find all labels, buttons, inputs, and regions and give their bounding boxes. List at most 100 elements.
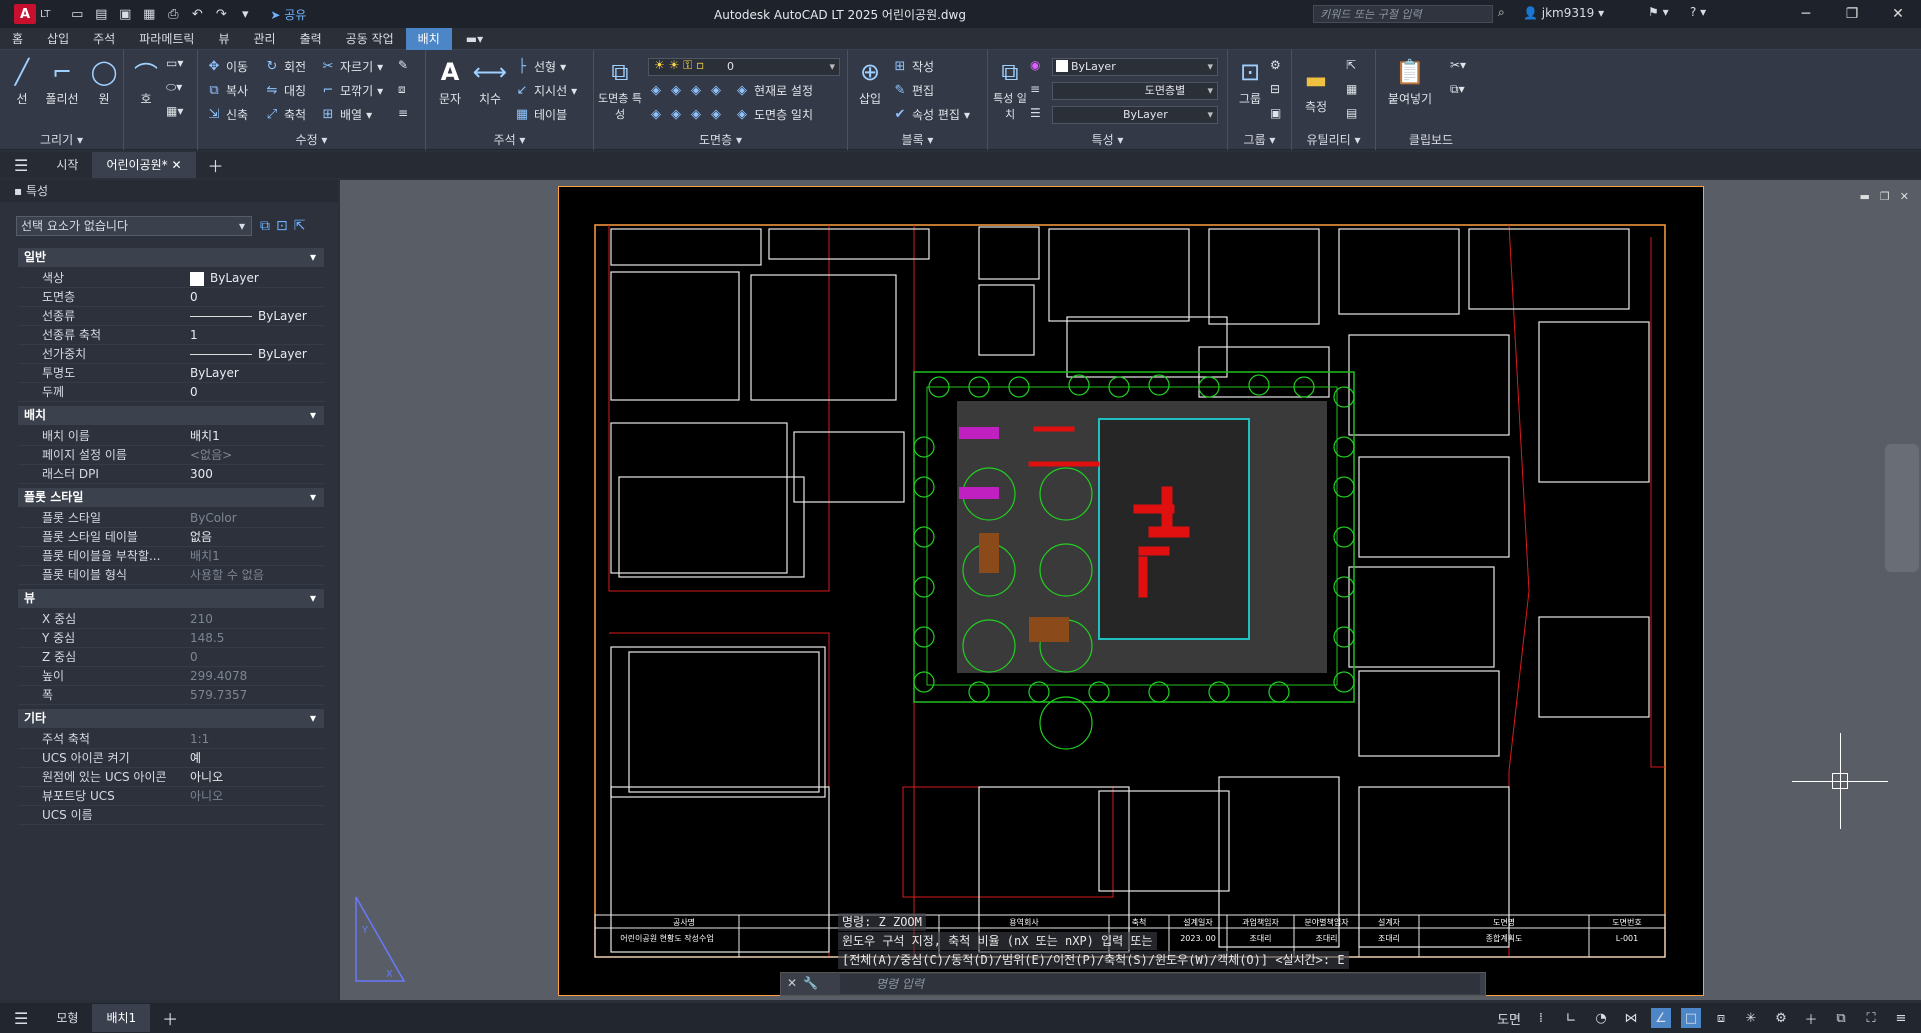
measure-tool[interactable]: ▬ 측정 — [1298, 64, 1334, 115]
insert-tool[interactable]: ⊕ 삽입 — [852, 56, 888, 107]
ribbon-display-icon[interactable]: ▬▾ — [466, 32, 483, 46]
minimize-button[interactable]: ─ — [1783, 0, 1829, 28]
property-row[interactable]: 주석 축척 1:1 — [18, 730, 324, 749]
explode-icon[interactable]: ⧈ — [398, 82, 406, 97]
linear-tool[interactable]: ├ 선형 ▾ — [514, 58, 566, 75]
utilities-panel-title[interactable]: 유틸리티 ▾ — [1292, 131, 1375, 148]
property-row[interactable]: 높이 299.4078 — [18, 667, 324, 686]
calculator-icon[interactable]: ▤ — [1346, 106, 1357, 120]
group-select-icon[interactable]: ▣ — [1270, 106, 1281, 120]
circle-tool[interactable]: ◯ 원 — [86, 56, 122, 107]
property-row[interactable]: 선종류 ByLayer — [18, 307, 324, 326]
copy-tool[interactable]: ⧉ 복사 — [206, 82, 248, 99]
ellipse-icon[interactable]: ⬭▾ — [166, 80, 182, 95]
line-tool[interactable]: ╱ 선 — [4, 56, 40, 107]
group-edit-icon[interactable]: ⚙ — [1270, 58, 1281, 72]
status-menu-icon[interactable]: ≡ — [1891, 1008, 1911, 1028]
linetype-dropdown[interactable]: 도면층별 — [1052, 82, 1218, 100]
search-input[interactable]: 키워드 또는 구절 입력 — [1313, 5, 1493, 23]
ribbon-tab[interactable]: 삽입 — [35, 28, 81, 50]
polyline-tool[interactable]: ⌐ 폴리선 — [42, 56, 82, 107]
property-row[interactable]: 투명도 ByLayer — [18, 364, 324, 383]
help-icon[interactable]: ? ▾ — [1690, 5, 1706, 19]
ribbon-tab[interactable]: 출력 — [288, 28, 334, 50]
property-row[interactable]: 폭 579.7357 — [18, 686, 324, 705]
redo-icon[interactable]: ↷ — [212, 5, 230, 23]
set-current-tool[interactable]: ◈ 현재로 설정 — [734, 82, 813, 99]
toggle-pickadd-icon[interactable]: ⧉ — [260, 218, 270, 234]
quick-select-icon[interactable]: ⇱ — [1346, 58, 1356, 72]
trim-tool[interactable]: ✂ 자르기 ▾ — [320, 58, 384, 75]
fillet-tool[interactable]: ⌐ 모깎기 ▾ — [320, 82, 384, 99]
offset-icon[interactable]: ≡ — [398, 106, 408, 120]
property-row[interactable]: 원점에 있는 UCS 아이콘 아니오 — [18, 768, 324, 787]
autodesk-app-icon[interactable]: ⚑ ▾ — [1648, 5, 1669, 19]
ribbon-tab[interactable]: 파라메트릭 — [127, 28, 206, 50]
new-tab-icon[interactable]: ＋ — [196, 153, 236, 177]
isodraft-icon[interactable]: ⋈ — [1621, 1008, 1641, 1028]
leader-tool[interactable]: ↙ 지시선 ▾ — [514, 82, 578, 99]
tab-current-drawing[interactable]: 어린이공원* ✕ — [92, 152, 196, 178]
selection-cycling-icon[interactable]: ⧈ — [1711, 1008, 1731, 1028]
layers-panel-title[interactable]: 도면층 ▾ — [594, 131, 847, 148]
arc-tool[interactable]: ⌒ 호 — [128, 56, 164, 107]
text-tool[interactable]: A 문자 — [432, 56, 468, 107]
stretch-tool[interactable]: ⇲ 신축 — [206, 106, 249, 123]
lineweight-dropdown[interactable]: ByLayer — [1052, 106, 1218, 124]
property-row[interactable]: UCS 이름 — [18, 806, 324, 825]
share-button[interactable]: ➤ 공유 — [270, 6, 306, 23]
command-customize-icon[interactable]: 🔧 — [803, 976, 818, 990]
tab-model[interactable]: 모형 — [42, 1004, 92, 1032]
annotation-scale-icon[interactable]: ✳ — [1741, 1008, 1761, 1028]
array-tool[interactable]: ⊞ 배열 ▾ — [320, 106, 373, 123]
paper-space-toggle[interactable]: 도면 — [1497, 1009, 1521, 1028]
polar-icon[interactable]: ◔ — [1591, 1008, 1611, 1028]
match-properties-tool[interactable]: ⧉ 특성 일치 — [992, 56, 1028, 122]
scale-tool[interactable]: ⤢ 축척 — [264, 106, 306, 123]
layout-paper[interactable]: 공사명 어린이공원 현황도 작성수업 용역회사 축척 설계일자 2023. 00… — [398, 186, 1704, 996]
restore-viewport-icon[interactable]: ❐ — [1880, 190, 1890, 203]
ribbon-tab[interactable]: 주석 — [81, 28, 127, 50]
object-snap-tracking-icon[interactable]: ∠ — [1651, 1008, 1671, 1028]
section-header[interactable]: 일반 — [18, 248, 324, 267]
property-row[interactable]: 선종류 축척 1 — [18, 326, 324, 345]
ribbon-tab[interactable]: 공동 작업 — [334, 28, 406, 50]
edit-block-tool[interactable]: ✎ 편집 — [892, 82, 935, 99]
quick-select-icon[interactable]: ⇱ — [294, 218, 306, 234]
property-row[interactable]: 두께 0 — [18, 383, 324, 402]
ribbon-tab[interactable]: 관리 — [241, 28, 287, 50]
property-row[interactable]: 플롯 테이블 형식 사용할 수 없음 — [18, 566, 324, 585]
user-account[interactable]: 👤 jkm9319 ▾ — [1523, 6, 1604, 20]
command-input[interactable]: 명령 입력 — [840, 974, 1480, 994]
close-viewport-icon[interactable]: ✕ — [1900, 190, 1909, 203]
qat-menu-icon[interactable]: ▾ — [236, 5, 254, 23]
tab-layout1[interactable]: 배치1 — [92, 1004, 151, 1032]
modify-panel-title[interactable]: 수정 ▾ — [198, 131, 425, 148]
object-snap-icon[interactable]: □ — [1681, 1008, 1701, 1028]
cut-icon[interactable]: ✂▾ — [1450, 58, 1466, 72]
erase-icon[interactable]: ✎ — [398, 58, 408, 72]
color-dropdown[interactable]: ByLayer — [1052, 58, 1218, 76]
layout-menu-icon[interactable]: ☰ — [0, 1009, 42, 1028]
save-as-icon[interactable]: ▦ — [140, 5, 158, 23]
table-tool[interactable]: ▦ 테이블 — [514, 106, 567, 123]
property-row[interactable]: 페이지 설정 이름 <없음> — [18, 446, 324, 465]
layer-tools-row1[interactable]: ◈ ◈ ◈ ◈ — [648, 82, 724, 98]
navigation-bar[interactable] — [1885, 444, 1919, 572]
create-block-tool[interactable]: ⊞ 작성 — [892, 58, 935, 75]
property-row[interactable]: 플롯 테이블을 부착할... 배치1 — [18, 547, 324, 566]
ortho-icon[interactable]: ∟ — [1561, 1008, 1581, 1028]
workspace-icon[interactable]: ⚙ — [1771, 1008, 1791, 1028]
properties-ribbon-panel-title[interactable]: 특성 ▾ — [988, 131, 1227, 148]
plot-icon[interactable]: ⎙ — [164, 5, 182, 23]
property-row[interactable]: X 중심 210 — [18, 610, 324, 629]
property-row[interactable]: Y 중심 148.5 — [18, 629, 324, 648]
group-tool[interactable]: ⊡ 그룹 — [1232, 56, 1268, 107]
plus-icon[interactable]: ＋ — [1801, 1008, 1821, 1028]
tab-start[interactable]: 시작 — [42, 152, 92, 178]
property-row[interactable]: UCS 아이콘 켜기 예 — [18, 749, 324, 768]
section-header[interactable]: 플롯 스타일 — [18, 488, 324, 507]
move-tool[interactable]: ✥ 이동 — [206, 58, 249, 75]
ribbon-tab[interactable]: 배치 — [405, 27, 452, 50]
groups-panel-title[interactable]: 그룹 ▾ — [1228, 131, 1291, 148]
